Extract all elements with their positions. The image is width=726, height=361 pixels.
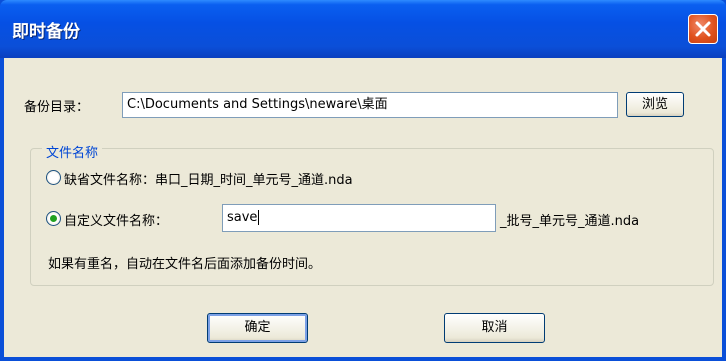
title-bar[interactable]: 即时备份 (0, 0, 726, 58)
custom-name-value: save (227, 210, 258, 225)
close-button[interactable] (688, 14, 718, 44)
backup-dir-input[interactable]: C:\Documents and Settings\neware\桌面 (122, 92, 618, 118)
custom-name-suffix: _批号_单元号_通道.nda (500, 214, 640, 229)
window-title: 即时备份 (12, 22, 80, 42)
custom-name-input[interactable]: save (222, 204, 496, 232)
dialog-window: 即时备份 备份目录： C:\Documents and Settings\new… (0, 0, 726, 361)
ok-button[interactable]: 确定 (207, 313, 308, 343)
custom-name-radio[interactable] (46, 211, 61, 226)
browse-button[interactable]: 浏览 (626, 92, 684, 117)
dialog-body: 备份目录： C:\Documents and Settings\neware\桌… (4, 58, 722, 357)
duplicate-name-note: 如果有重名，自动在文件名后面添加备份时间。 (48, 257, 322, 272)
default-name-radio[interactable] (46, 170, 61, 185)
file-name-group-title: 文件名称 (42, 142, 103, 161)
custom-name-label[interactable]: 自定义文件名称： (64, 210, 168, 229)
default-name-label[interactable]: 缺省文件名称：串口_日期_时间_单元号_通道.nda (64, 169, 353, 188)
close-icon (695, 21, 711, 37)
text-caret (258, 210, 260, 225)
cancel-button[interactable]: 取消 (444, 313, 545, 343)
backup-dir-label: 备份目录： (24, 100, 90, 115)
